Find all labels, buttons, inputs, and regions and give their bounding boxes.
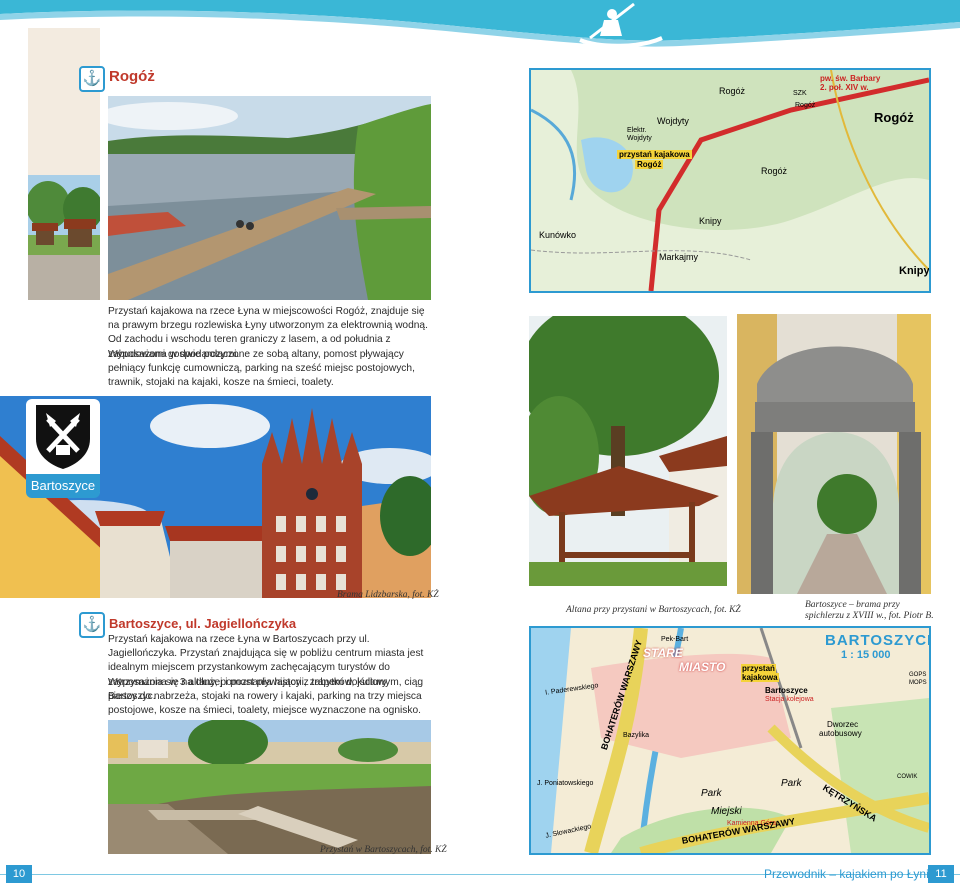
- map-label-rogoz-mid: Rogóż: [761, 166, 788, 176]
- photo-brama: [737, 314, 931, 594]
- map-bartoszyce: BARTOSZYCE 1 : 15 000 STARE MIASTO przys…: [529, 626, 931, 855]
- caption-przystan-bartoszyce: Przystań w Bartoszycach, fot. KŻ: [320, 845, 447, 855]
- map2-bazylika: Bazylika: [623, 732, 650, 739]
- map2-park-big: Park: [781, 778, 802, 789]
- map2-mops: MOPS: [909, 680, 927, 686]
- map2-dworzec: Dworzec: [827, 720, 859, 729]
- map2-poniatowskiego: J. Poniatowskiego: [537, 780, 594, 787]
- map-label-barbara: pw. św. Barbary: [820, 74, 881, 83]
- map-rogoz-drawing: [531, 70, 929, 291]
- photo-altana: [529, 316, 727, 586]
- map-label-kunowko: Kunówko: [539, 230, 577, 240]
- page-number-left: 10: [6, 865, 32, 883]
- side-photo-gazebo: [28, 175, 100, 300]
- coat-of-arms-icon: [36, 405, 90, 469]
- map2-bartoszyce: Bartoszyce: [765, 686, 808, 695]
- footer-title: Przewodnik – kajakiem po Łynie: [764, 867, 936, 881]
- map-label-elektr-wojdyty: Wojdyty: [627, 135, 652, 142]
- map2-przystan: przystań: [741, 664, 776, 673]
- map2-pek-bart: Pek-Bart: [661, 636, 689, 643]
- caption-brama: Bartoszyce – brama przy spichlerzu z XVI…: [805, 600, 934, 621]
- top-wave-banner: [0, 0, 960, 48]
- anchor-icon: ⚓: [79, 612, 105, 638]
- map2-stacja: Stacja kolejowa: [765, 696, 814, 703]
- page-number-right: 11: [928, 865, 954, 883]
- map-label-wojdyty: Wojdyty: [657, 116, 689, 126]
- map-label-elektr: Elektr.: [627, 127, 647, 134]
- map-label-rogoz-top: Rogóż: [719, 86, 746, 96]
- map-label-rogoz-big: Rogóż: [874, 110, 914, 125]
- map2-gops: GOPS: [909, 672, 927, 678]
- caption-altana: Altana przy przystani w Bartoszycach, fo…: [566, 605, 741, 615]
- map2-cowik: COWIK: [897, 774, 918, 780]
- map2-autobusowy: autobusowy: [819, 729, 862, 738]
- section1-paragraph2: Wyposażona w dwie połączone ze sobą alta…: [108, 349, 415, 389]
- map2-kajakowa: kajakowa: [741, 673, 779, 682]
- map2-miasto: MIASTO: [679, 660, 726, 674]
- map-label-przystan-rogoz: Rogóż: [635, 160, 664, 169]
- photo-bartoszyce-river: [108, 720, 431, 854]
- map-label-przystan: przystań kajakowa: [617, 150, 692, 159]
- map-label-rogoz-small: Rogóż: [795, 102, 816, 109]
- map-label-markajmy: Markajmy: [659, 252, 699, 262]
- map-label-szk: SZK: [793, 90, 807, 97]
- map-label-knipy-big: Knipy: [899, 265, 930, 277]
- map-rogoz: Wojdyty Elektr. Wojdyty przystań kajakow…: [529, 68, 931, 293]
- map-label-knipy: Knipy: [699, 216, 722, 226]
- anchor-icon: ⚓: [79, 66, 105, 92]
- map2-miejski: Miejski: [711, 806, 742, 817]
- caption-brama-lidzbarska: Brama Lidzbarska, fot. KŻ: [337, 590, 439, 600]
- map2-park: Park: [701, 788, 722, 799]
- map2-scale: 1 : 15 000: [841, 649, 891, 661]
- map2-stare: STARE: [643, 646, 683, 660]
- map-label-barbara-date: 2. poł. XIV w.: [820, 83, 869, 92]
- section-title-bartoszyce: Bartoszyce, ul. Jagiellończyka: [109, 616, 297, 631]
- map2-title: BARTOSZYCE: [825, 632, 931, 649]
- photo-rogoz-jetty: [108, 96, 431, 300]
- section-title-rogoz: Rogóż: [109, 68, 155, 85]
- town-badge-label: Bartoszyce: [26, 474, 100, 498]
